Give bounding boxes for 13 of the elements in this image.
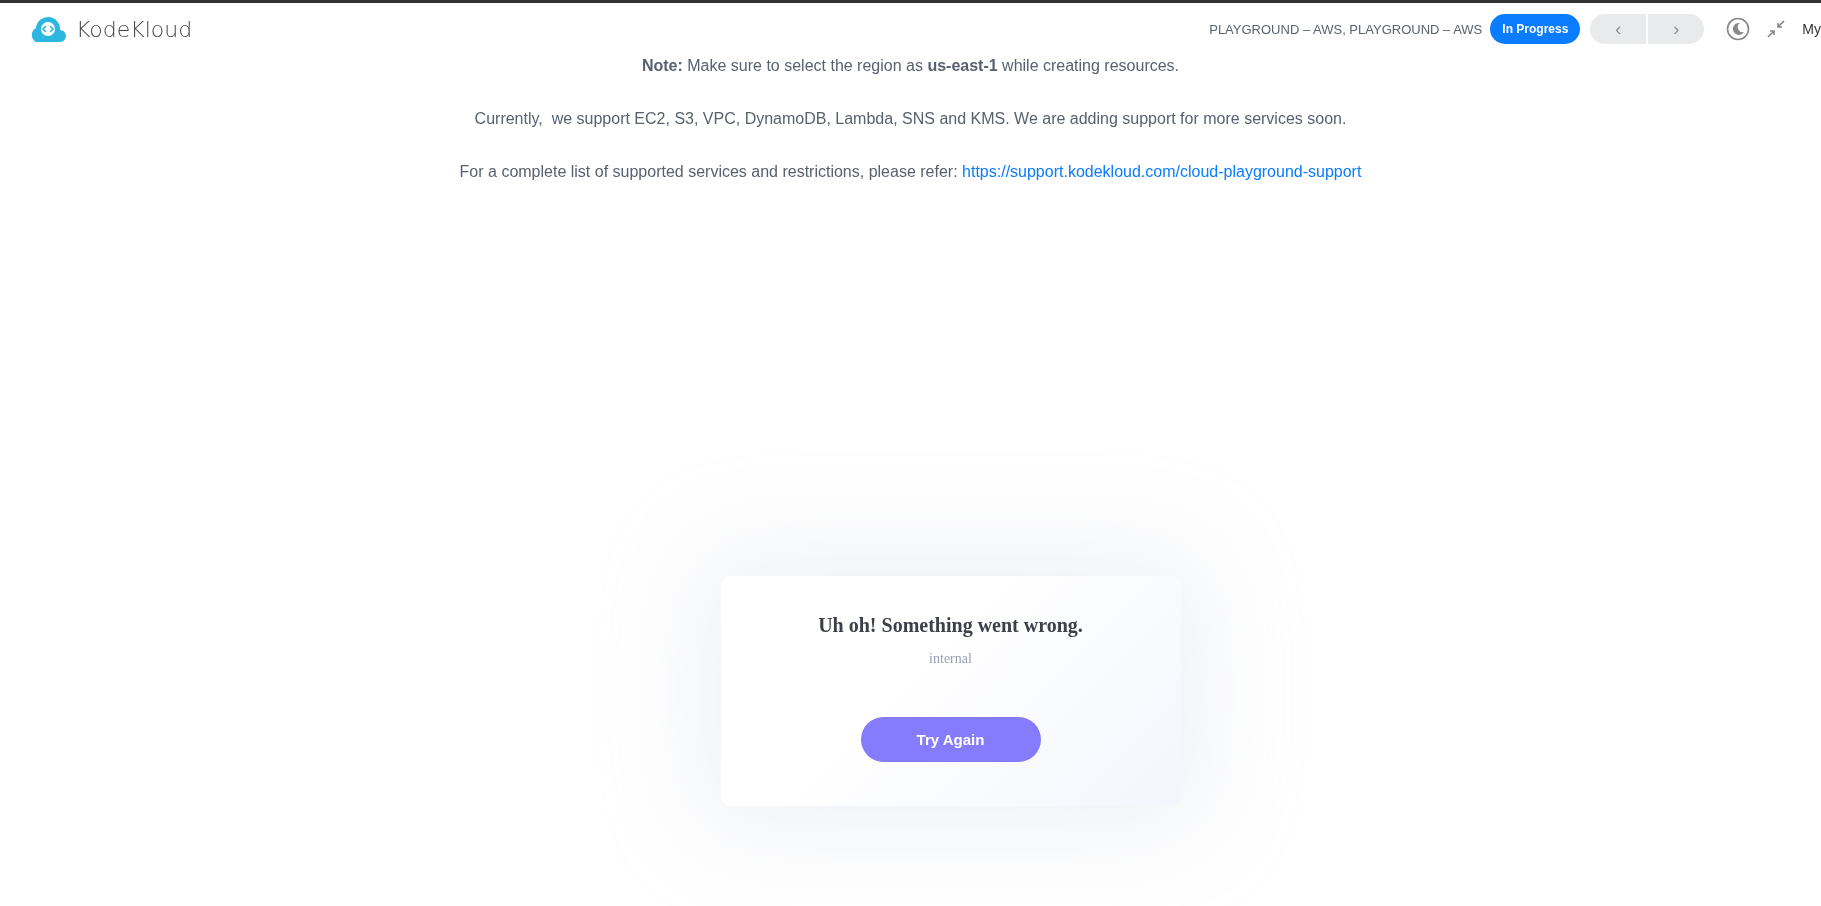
note-text: For a complete list of supported services and restrictions, please refer: https://support.kodekloud.com/cloud-playground-support bbox=[459, 163, 1362, 181]
dark-mode-icon[interactable] bbox=[1726, 17, 1751, 41]
note-text: Currently, we support EC2, S3, VPC, DynamoDB, Lambda, SNS and KMS. We are adding support for more services soon. bbox=[474, 110, 1347, 128]
error-message: internal bbox=[929, 651, 972, 667]
try-again-button[interactable]: Try Again bbox=[860, 717, 1041, 762]
collapse-icon[interactable] bbox=[1766, 19, 1787, 39]
note-text: Note: Make sure to select the region as us-east-1 while creating resources. bbox=[641, 57, 1180, 75]
breadcrumb: PLAYGROUND – AWS, PLAYGROUND – AWS bbox=[1209, 21, 1483, 37]
brand-name: KodeKloud bbox=[76, 16, 193, 42]
status-badge: In Progress bbox=[1490, 14, 1581, 44]
support-link[interactable]: https://support.kodekloud.com/cloud-playground-support bbox=[962, 163, 1362, 180]
error-title: Uh oh! Something went wrong. bbox=[818, 614, 1083, 637]
user-menu[interactable]: My bbox=[1802, 21, 1821, 37]
